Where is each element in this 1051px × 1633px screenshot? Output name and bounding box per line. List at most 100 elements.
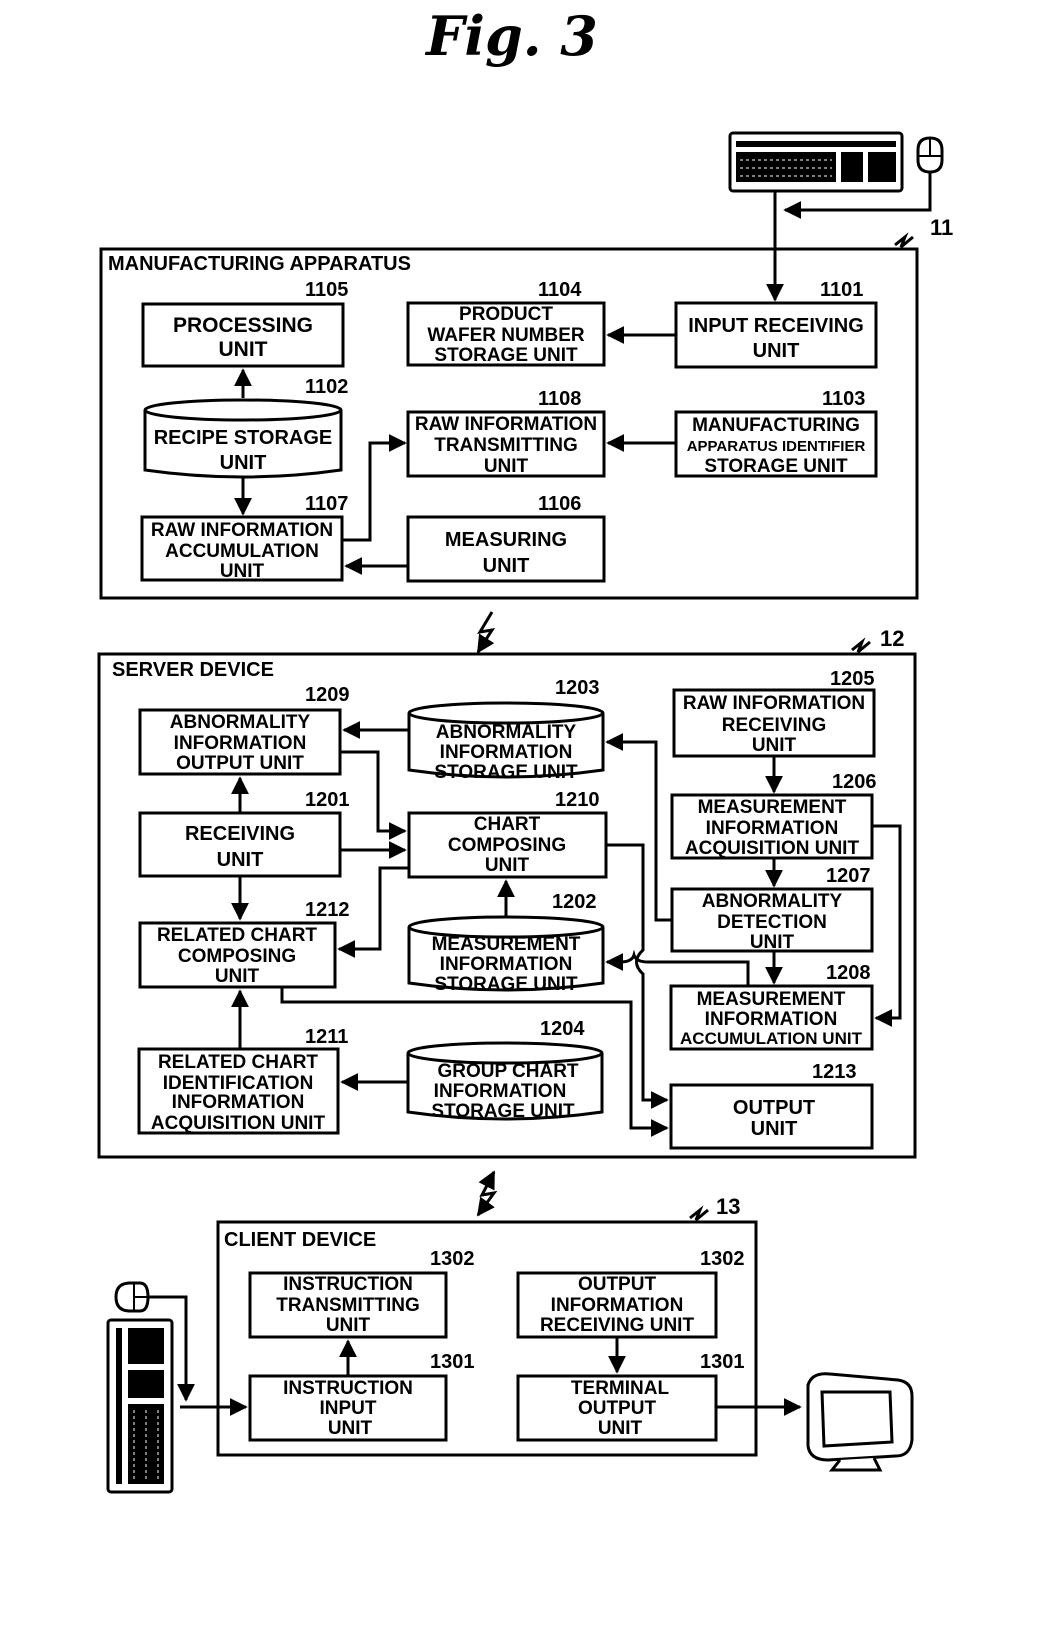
receiving-unit: RECEIVING UNIT 1201 bbox=[138, 789, 350, 878]
raw-information-accumulation-unit: RAW INFORMATION ACCUMULATION UNIT 1107 bbox=[140, 493, 348, 582]
unit-label-line: MEASUREMENT bbox=[432, 934, 581, 955]
output-information-receiving-unit: OUTPUT INFORMATION RECEIVING UNIT 1302 bbox=[516, 1248, 745, 1339]
ref-label: 1301 bbox=[430, 1351, 475, 1373]
chart-composing-unit: CHART COMPOSING UNIT 1210 bbox=[407, 789, 608, 879]
unit-label-line: MEASUREMENT bbox=[698, 797, 847, 818]
mouse-icon bbox=[114, 1281, 150, 1313]
ref-label: 1302 bbox=[700, 1248, 745, 1270]
ref-label: 13 bbox=[716, 1194, 740, 1219]
raw-information-transmitting-unit: RAW INFORMATION TRANSMITTING UNIT 1108 bbox=[406, 388, 606, 478]
ref-label: 1108 bbox=[538, 388, 581, 410]
ref-label: 1203 bbox=[555, 677, 600, 699]
related-chart-identification-information-acquisition-unit: RELATED CHART IDENTIFICATION INFORMATION… bbox=[137, 1026, 348, 1135]
ref-label: 12 bbox=[880, 626, 904, 651]
ref-label: 1104 bbox=[538, 279, 582, 301]
ref-label: 1206 bbox=[832, 771, 877, 793]
unit-label-line: INFORMATION bbox=[174, 733, 307, 754]
unit-label-line: UNIT bbox=[598, 1418, 643, 1439]
unit-label-line: OUTPUT bbox=[578, 1398, 657, 1419]
unit-label-line: COMPOSING bbox=[178, 946, 296, 967]
ref-label: 1210 bbox=[555, 789, 600, 811]
unit-label-line: STORAGE UNIT bbox=[704, 456, 848, 477]
unit-label-line: RAW INFORMATION bbox=[151, 520, 333, 541]
server-device-label: SERVER DEVICE bbox=[112, 659, 274, 681]
unit-label-line: INFORMATION bbox=[172, 1092, 305, 1113]
unit-label-line: ACCUMULATION bbox=[165, 541, 319, 562]
unit-label-line: ABNORMALITY bbox=[170, 712, 311, 733]
unit-label-line: INPUT bbox=[320, 1398, 377, 1419]
abnormality-detection-unit: ABNORMALITY DETECTION UNIT 1207 bbox=[670, 865, 874, 953]
unit-label-line: INFORMATION bbox=[706, 818, 839, 839]
unit-label-line: IDENTIFICATION bbox=[163, 1073, 314, 1094]
terminal-output-unit: TERMINAL OUTPUT UNIT 1301 bbox=[516, 1351, 745, 1442]
ref-label: 1106 bbox=[538, 493, 581, 515]
ref-label: 1209 bbox=[305, 684, 350, 706]
unit-label-line: UNIT bbox=[219, 338, 268, 361]
ref-label: 1212 bbox=[305, 899, 350, 921]
recipe-storage-unit: RECIPE STORAGE UNIT 1102 bbox=[143, 376, 348, 479]
unit-label-line: INFORMATION bbox=[440, 954, 573, 975]
unit-label-line: PROCESSING bbox=[173, 314, 313, 337]
unit-label-line: UNIT bbox=[326, 1315, 371, 1336]
unit-label-line: MEASURING bbox=[445, 529, 567, 551]
unit-label-line: OUTPUT UNIT bbox=[176, 753, 304, 774]
ref-label: 1207 bbox=[826, 865, 871, 887]
unit-label-line: STORAGE UNIT bbox=[434, 345, 578, 366]
manufacturing-apparatus-identifier-storage-unit: MANUFACTURING APPARATUS IDENTIFIER STORA… bbox=[674, 388, 878, 478]
unit-label-line: STORAGE UNIT bbox=[434, 762, 578, 783]
measurement-information-accumulation-unit: MEASUREMENT INFORMATION ACCUMULATION UNI… bbox=[669, 962, 874, 1051]
unit-label-line: TERMINAL bbox=[571, 1378, 670, 1399]
network-link-icon bbox=[476, 1170, 498, 1217]
unit-label-line: UNIT bbox=[483, 555, 530, 577]
client-device-label: CLIENT DEVICE bbox=[224, 1229, 376, 1251]
unit-label-line: DETECTION bbox=[717, 912, 827, 933]
ref-label: 1103 bbox=[822, 388, 865, 410]
measuring-unit: MEASURING UNIT 1106 bbox=[406, 493, 606, 583]
unit-label-line: ACCUMULATION UNIT bbox=[680, 1029, 863, 1048]
unit-label-line: STORAGE UNIT bbox=[434, 974, 578, 995]
related-chart-composing-unit: RELATED CHART COMPOSING UNIT 1212 bbox=[138, 899, 350, 989]
raw-information-receiving-unit: RAW INFORMATION RECEIVING UNIT 1205 bbox=[672, 668, 876, 758]
unit-label-line: WAFER NUMBER bbox=[427, 325, 585, 346]
unit-label-line: INSTRUCTION bbox=[283, 1274, 413, 1295]
unit-label-line: TRANSMITTING bbox=[276, 1295, 420, 1316]
unit-label-line: ACQUISITION UNIT bbox=[685, 838, 860, 859]
unit-label-line: ABNORMALITY bbox=[436, 722, 577, 743]
unit-label-line: GROUP CHART bbox=[437, 1061, 578, 1082]
unit-label-line: MEASUREMENT bbox=[697, 989, 846, 1010]
abnormality-information-storage-unit: ABNORMALITY INFORMATION STORAGE UNIT 120… bbox=[407, 677, 605, 783]
unit-label-line: RAW INFORMATION bbox=[415, 414, 597, 435]
unit-label-line: RECEIVING bbox=[185, 823, 295, 845]
unit-label-line: UNIT bbox=[484, 456, 529, 477]
unit-label-line: UNIT bbox=[220, 561, 265, 582]
group-chart-information-storage-unit: GROUP CHART INFORMATION STORAGE UNIT 120… bbox=[406, 1018, 604, 1122]
unit-label-line: INFORMATION bbox=[551, 1295, 684, 1316]
unit-label-line: INFORMATION bbox=[705, 1009, 838, 1030]
processing-unit: PROCESSING UNIT 1105 bbox=[141, 279, 348, 368]
unit-label-line: ABNORMALITY bbox=[702, 891, 843, 912]
ref-label: 1101 bbox=[820, 279, 863, 301]
unit-label-line: UNIT bbox=[751, 1118, 798, 1140]
keyboard-icon bbox=[106, 1318, 174, 1494]
unit-label-line: UNIT bbox=[753, 340, 800, 362]
unit-label-line: PRODUCT bbox=[459, 304, 553, 325]
unit-label-line: RECIPE STORAGE bbox=[154, 427, 333, 449]
abnormality-information-output-unit: ABNORMALITY INFORMATION OUTPUT UNIT 1209 bbox=[138, 684, 350, 776]
unit-label-line: INPUT RECEIVING bbox=[688, 315, 864, 337]
ref-label: 1105 bbox=[305, 279, 348, 301]
instruction-input-unit: INSTRUCTION INPUT UNIT 1301 bbox=[248, 1351, 475, 1442]
manufacturing-apparatus-label: MANUFACTURING APPARATUS bbox=[108, 253, 411, 275]
unit-label-line: UNIT bbox=[217, 849, 264, 871]
unit-label-line: CHART bbox=[474, 814, 541, 835]
unit-label-line: COMPOSING bbox=[448, 835, 566, 856]
block-diagram: Fig. 3 MANUFACTURING APPARATUS 11 PROCES… bbox=[97, 4, 953, 1494]
unit-label-line: ACQUISITION UNIT bbox=[151, 1113, 326, 1134]
ref-label: 11 bbox=[930, 215, 953, 240]
product-wafer-number-storage-unit: PRODUCT WAFER NUMBER STORAGE UNIT 1104 bbox=[406, 279, 606, 367]
ref-label: 1201 bbox=[305, 789, 350, 811]
unit-label-line: MANUFACTURING bbox=[692, 415, 860, 436]
ref-label: 1211 bbox=[305, 1026, 348, 1048]
unit-label-line: UNIT bbox=[328, 1418, 373, 1439]
unit-label-line: UNIT bbox=[750, 932, 795, 953]
unit-label-line: STORAGE UNIT bbox=[431, 1101, 575, 1122]
